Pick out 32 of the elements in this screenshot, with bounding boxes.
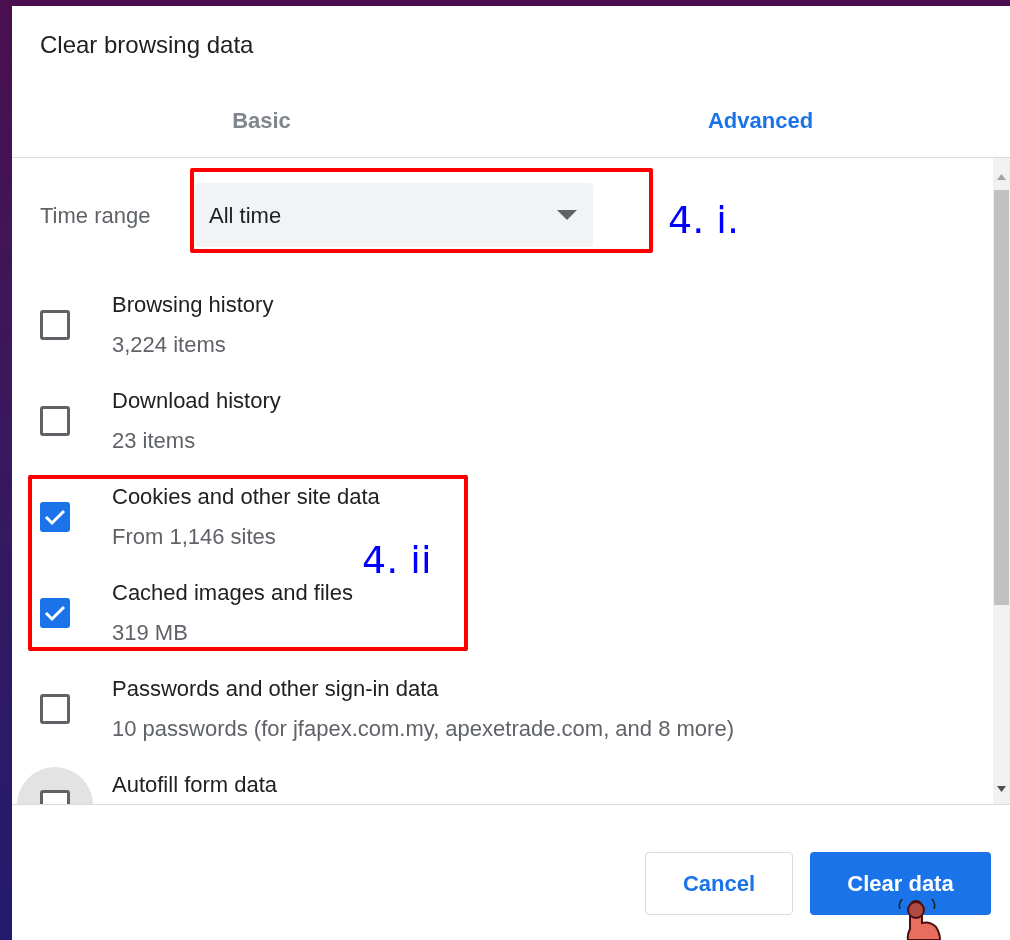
checkbox[interactable] xyxy=(40,310,70,340)
item-title: Browsing history xyxy=(112,291,274,319)
scrollbar[interactable] xyxy=(993,158,1010,804)
item-detail: From 1,146 sites xyxy=(112,523,277,551)
item-detail: 10 passwords (for jfapex.com.my, apexetrade.com, and 8 more) xyxy=(112,715,734,743)
hand-cursor-icon xyxy=(896,897,944,940)
item-title: Autofill form data xyxy=(112,771,278,799)
checkbox[interactable] xyxy=(40,406,70,436)
time-range-dropdown[interactable]: All time xyxy=(195,183,593,247)
cancel-button[interactable]: Cancel xyxy=(645,852,793,915)
checkmark-icon xyxy=(44,604,66,622)
scrollbar-thumb[interactable] xyxy=(994,190,1009,605)
item-detail: 319 MB xyxy=(112,619,189,647)
annotation-label: 4. ii xyxy=(362,538,432,582)
item-detail: 23 items xyxy=(112,427,197,455)
item-detail: 3,224 items xyxy=(112,331,227,359)
checkbox[interactable] xyxy=(40,502,70,532)
field-label: Time range xyxy=(40,201,152,230)
checkmark-icon xyxy=(44,508,66,526)
item-title: Passwords and other sign-in data xyxy=(112,675,440,703)
tab[interactable]: Advanced xyxy=(707,104,814,137)
clear-data-button[interactable]: Clear data xyxy=(810,852,991,915)
dropdown-caret-icon xyxy=(557,210,577,220)
dialog-title: Clear browsing data xyxy=(40,30,254,60)
annotation-label: 4. i. xyxy=(668,198,739,242)
item-title: Cached images and files xyxy=(112,579,353,607)
checkbox[interactable] xyxy=(40,598,70,628)
scroll-down-icon[interactable] xyxy=(997,786,1006,792)
tab[interactable]: Basic xyxy=(232,104,291,137)
item-title: Cookies and other site data xyxy=(112,483,380,511)
checkbox[interactable] xyxy=(40,694,70,724)
item-title: Download history xyxy=(112,387,281,415)
